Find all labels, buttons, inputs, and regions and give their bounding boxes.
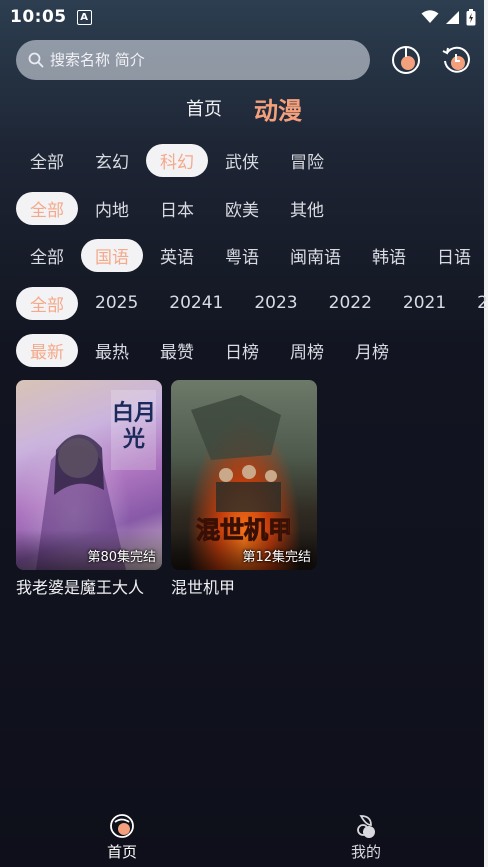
- filter-chip-language[interactable]: 国语: [81, 238, 143, 272]
- poster-image[interactable]: 混世机甲 第12集完结: [171, 380, 317, 570]
- filter-row-genre: 全部 玄幻 科幻 武侠 冒险: [16, 143, 488, 177]
- filter-row-language: 全部 国语 英语 粤语 闽南语 韩语 日语: [16, 238, 488, 272]
- filter-chip-year[interactable]: 20241: [155, 287, 237, 320]
- filter-row-region: 全部 内地 日本 欧美 其他: [16, 191, 488, 225]
- filter-chip-sort[interactable]: 周榜: [276, 334, 338, 367]
- bottom-nav: 首页 我的: [0, 808, 488, 867]
- filter-chip-language[interactable]: 闽南语: [276, 239, 355, 272]
- filter-chip-year[interactable]: 2021: [389, 287, 460, 320]
- filter-chip-year[interactable]: 2022: [315, 287, 386, 320]
- bottom-nav-mine[interactable]: 我的: [244, 808, 488, 867]
- filter-chip-year[interactable]: 2020: [463, 287, 488, 320]
- watch-button[interactable]: [390, 44, 422, 76]
- video-card[interactable]: 白月 光 第80集完结 我老婆是魔王大人: [16, 380, 162, 598]
- filter-row-year: 全部2025202412023202220212020: [16, 286, 488, 320]
- card-title[interactable]: 混世机甲: [171, 574, 317, 598]
- filter-chip-region[interactable]: 内地: [81, 192, 143, 225]
- filter-chip-region[interactable]: 日本: [146, 192, 208, 225]
- top-bar: [16, 39, 476, 81]
- poster-image[interactable]: 白月 光 第80集完结: [16, 380, 162, 570]
- filter-chip-sort[interactable]: 日榜: [211, 334, 273, 367]
- tab-home[interactable]: 首页: [186, 95, 222, 121]
- bottom-nav-mine-label: 我的: [350, 843, 381, 861]
- notification-a-icon: A: [76, 9, 92, 25]
- status-time: 10:05: [10, 7, 67, 27]
- filter-chip-region[interactable]: 欧美: [211, 192, 273, 225]
- filter-chip-sort[interactable]: 最新: [16, 333, 78, 367]
- search-icon: [28, 52, 44, 68]
- search-input[interactable]: [50, 51, 340, 69]
- episode-badge: 第12集完结: [242, 550, 311, 565]
- filter-chip-genre[interactable]: 冒险: [276, 144, 338, 177]
- wifi-icon: [421, 10, 439, 23]
- bottom-nav-home-label: 首页: [106, 843, 137, 861]
- filter-chip-region[interactable]: 全部: [16, 191, 78, 225]
- filter-chip-sort[interactable]: 最赞: [146, 334, 208, 367]
- filter-chip-region[interactable]: 其他: [276, 192, 338, 225]
- filter-row-sort: 最新 最热 最赞 日榜 周榜 月榜: [16, 333, 488, 367]
- filter-chip-language[interactable]: 韩语: [358, 239, 420, 272]
- filter-chip-genre[interactable]: 武侠: [211, 144, 273, 177]
- filter-chip-language[interactable]: 粤语: [211, 239, 273, 272]
- bottom-nav-home[interactable]: 首页: [0, 808, 244, 867]
- battery-icon: [466, 8, 476, 25]
- home-icon: [110, 814, 134, 838]
- search-box[interactable]: [16, 40, 370, 80]
- history-icon: [442, 46, 470, 73]
- filter-chip-genre[interactable]: 玄幻: [81, 144, 143, 177]
- filter-chip-genre[interactable]: 全部: [16, 144, 78, 177]
- filter-chip-sort[interactable]: 最热: [81, 334, 143, 367]
- video-grid: 白月 光 第80集完结 我老婆是魔王大人 混世机甲 第12集完结 混世机甲: [16, 380, 317, 598]
- filter-chip-language[interactable]: 日语: [423, 239, 485, 272]
- status-indicators: [421, 8, 476, 26]
- filter-chip-year[interactable]: 2025: [81, 287, 152, 320]
- filter-chip-language[interactable]: 英语: [146, 239, 208, 272]
- tab-anime[interactable]: 动漫: [254, 91, 302, 126]
- video-card[interactable]: 混世机甲 第12集完结 混世机甲: [171, 380, 317, 598]
- filter-chip-language[interactable]: 全部: [16, 239, 78, 272]
- card-title[interactable]: 我老婆是魔王大人: [16, 574, 162, 598]
- screen-edge: [484, 0, 488, 867]
- episode-badge: 第80集完结: [87, 550, 156, 565]
- history-button[interactable]: [440, 44, 472, 76]
- svg-text:白月: 白月: [112, 400, 156, 426]
- status-bar: 10:05 A: [0, 0, 488, 34]
- nav-tabs: 首页 动漫: [0, 90, 488, 126]
- signal-icon: [446, 10, 459, 24]
- filter-chip-sort[interactable]: 月榜: [341, 334, 403, 367]
- filter-chip-year[interactable]: 全部: [16, 286, 78, 320]
- watch-icon: [392, 46, 420, 74]
- filter-chip-genre[interactable]: 科幻: [146, 143, 208, 177]
- filter-chip-year[interactable]: 2023: [240, 287, 311, 320]
- mine-icon: [357, 815, 375, 838]
- svg-text:光: 光: [122, 426, 145, 452]
